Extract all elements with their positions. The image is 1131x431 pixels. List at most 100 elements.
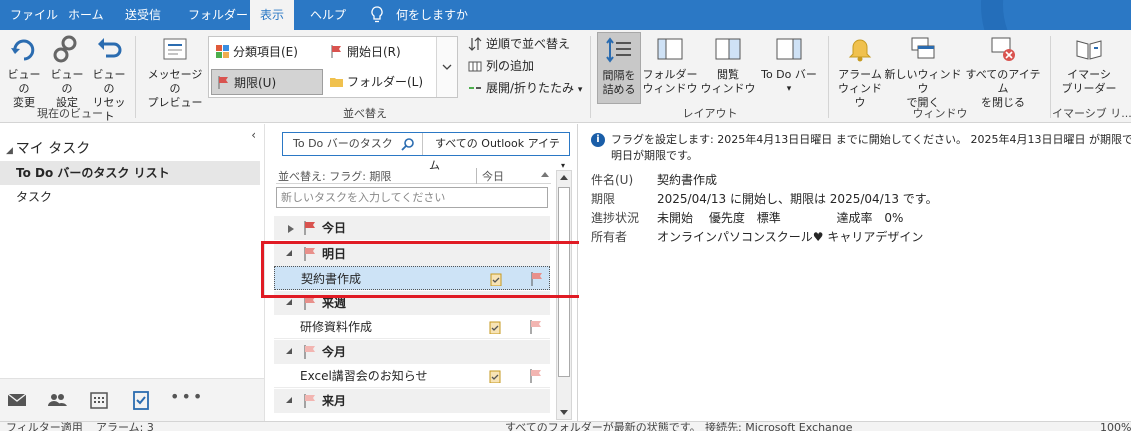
- scroll-up-icon[interactable]: [560, 175, 568, 180]
- message-preview-button[interactable]: メッセージの プレビュー: [144, 34, 206, 110]
- task-row[interactable]: Excel講習会のお知らせ: [274, 364, 550, 388]
- highlight-box: [261, 241, 587, 298]
- collapse-pane-button[interactable]: ‹: [251, 128, 256, 142]
- reverse-sort-button[interactable]: 逆順で並べ替え: [466, 34, 570, 54]
- search-icon[interactable]: [401, 137, 415, 151]
- subject-label: 件名(U): [591, 173, 634, 187]
- collapse-icon: [286, 348, 292, 354]
- module-switcher: •••: [0, 378, 265, 421]
- status-updated: すべてのフォルダーが最新の状態です。: [505, 421, 701, 431]
- tab-view[interactable]: 表示: [250, 0, 295, 30]
- group-header-next-month[interactable]: 来月: [274, 389, 550, 413]
- triangle-icon: ◢: [6, 146, 16, 156]
- new-task-input[interactable]: 新しいタスクを入力してください: [276, 187, 548, 208]
- reading-pane-button[interactable]: 閲覧 ウィンドウ: [700, 34, 756, 96]
- flag-icon[interactable]: [530, 369, 542, 383]
- reverse-sort-label: 逆順で並べ替え: [486, 37, 571, 51]
- status-filter: フィルター適用: [6, 421, 83, 431]
- status-value: 未開始: [657, 211, 694, 225]
- view-settings-button[interactable]: ビューの 設定: [46, 34, 88, 110]
- arrange-start-date[interactable]: 開始日(R): [325, 39, 435, 65]
- mail-icon[interactable]: [6, 389, 28, 411]
- chevron-down-icon: ▾: [577, 85, 583, 95]
- task-subject: 研修資料作成: [300, 320, 373, 334]
- arrange-folder[interactable]: フォルダー(L): [325, 69, 435, 95]
- calendar-icon[interactable]: [88, 389, 110, 411]
- open-new-window-button[interactable]: 新しいウィンドウ で開く: [884, 34, 962, 110]
- arrange-categories[interactable]: 分類項目(E): [211, 39, 323, 65]
- nav-item-todo-list[interactable]: To Do バーのタスク リスト: [0, 161, 260, 185]
- reminders-window-button[interactable]: アラーム ウィンドウ: [836, 34, 884, 110]
- ribbon: ビューの 変更 ビューの 設定 ビューの リセット 現在のビュー メッセージの …: [0, 30, 1131, 123]
- folder-pane-button[interactable]: フォルダー ウィンドウ: [642, 34, 698, 96]
- flag-icon: [331, 45, 341, 58]
- arrange-categories-label: 分類項目(E): [233, 45, 298, 59]
- compact-spacing-icon: [606, 37, 631, 63]
- search-scope-dropdown[interactable]: すべての Outlook アイテム ▾: [429, 133, 569, 172]
- close-all-items-button[interactable]: すべてのアイテム を閉じる: [962, 34, 1044, 110]
- arrange-folder-label: フォルダー(L): [347, 75, 424, 89]
- tasks-icon[interactable]: [130, 389, 152, 411]
- owner-field: 所有者 オンラインパソコンスクール♥ キャリアデザイン: [591, 228, 923, 246]
- status-zoom[interactable]: 100%: [1100, 422, 1131, 431]
- reminders-window-label: アラーム ウィンドウ: [838, 68, 882, 109]
- todo-bar-button[interactable]: To Do バー ▾: [758, 34, 820, 96]
- flag-icon: [304, 221, 315, 235]
- gear-icon: [53, 35, 77, 63]
- subject-field: 件名(U) 契約書作成: [591, 171, 717, 189]
- tab-help[interactable]: ヘルプ: [300, 0, 356, 30]
- expand-collapse-icon: [469, 87, 481, 89]
- complete-label: 達成率: [836, 211, 873, 225]
- my-tasks-label: マイ タスク: [15, 141, 91, 157]
- flag-icon: [218, 76, 228, 89]
- new-window-icon: [911, 37, 935, 59]
- flag-icon[interactable]: [530, 320, 542, 334]
- add-columns-button[interactable]: 列の追加: [466, 56, 534, 76]
- group-label-arrangement: 並べ替え: [343, 107, 387, 120]
- message-preview-icon: [163, 38, 187, 60]
- due-label: 期限: [591, 192, 616, 206]
- status-field: 進捗状況 未開始 優先度 標準 達成率 0%: [591, 209, 903, 227]
- arrangement-gallery: 分類項目(E) 開始日(R) 期限(U) フォルダー(L): [208, 36, 458, 98]
- info-text-line1: フラグを設定します: 2025年4月13日日曜日 までに開始してください。 20…: [611, 133, 1131, 146]
- ribbon-tab-bar: ファイル ホーム 送受信 フォルダー 表示 ヘルプ 何をしますか: [0, 0, 1131, 30]
- expand-collapse-button[interactable]: 展開/折りたたみ ▾: [466, 78, 582, 100]
- chevron-down-icon: ▾: [786, 84, 792, 94]
- complete-value: 0%: [884, 211, 904, 225]
- immersive-reader-button[interactable]: イマーシ ブリーダー: [1058, 34, 1120, 96]
- flag-icon: [304, 394, 315, 408]
- arrangement-gallery-more[interactable]: [436, 37, 457, 97]
- more-apps-icon[interactable]: •••: [170, 387, 204, 406]
- compact-spacing-button[interactable]: 間隔を 詰める: [597, 32, 641, 104]
- tell-me-search[interactable]: 何をしますか: [386, 0, 478, 30]
- view-change-button[interactable]: ビューの 変更: [4, 34, 44, 110]
- compact-spacing-label: 間隔を 詰める: [602, 69, 636, 96]
- group-header-today[interactable]: 今日: [274, 216, 550, 240]
- status-alarms[interactable]: アラーム: 3: [96, 422, 154, 431]
- scroll-down-icon[interactable]: [560, 410, 568, 415]
- status-connection: 接続先: Microsoft Exchange: [705, 421, 853, 431]
- owner-value: オンラインパソコンスクール♥ キャリアデザイン: [657, 230, 924, 244]
- group-label: 来月: [322, 394, 347, 408]
- folder-pane: ‹ ◢ マイ タスク To Do バーのタスク リスト タスク: [0, 124, 265, 421]
- arrange-start-date-label: 開始日(R): [347, 45, 401, 59]
- sort-header[interactable]: 並べ替え: フラグ: 期限 今日: [276, 168, 551, 184]
- group-label: 今日: [322, 221, 347, 235]
- people-icon[interactable]: [46, 389, 68, 411]
- tab-home[interactable]: ホーム: [58, 0, 114, 30]
- arrange-due-date[interactable]: 期限(U): [211, 69, 323, 95]
- my-tasks-header[interactable]: ◢ マイ タスク: [6, 138, 90, 158]
- collapse-icon: [286, 299, 292, 305]
- tab-send-receive[interactable]: 送受信: [115, 0, 171, 30]
- folder-icon: [330, 78, 343, 87]
- tab-folder[interactable]: フォルダー: [178, 0, 258, 30]
- nav-item-tasks[interactable]: タスク: [0, 185, 260, 209]
- add-columns-icon: [468, 61, 482, 72]
- group-header-this-month[interactable]: 今月: [274, 340, 550, 364]
- reading-pane: i フラグを設定します: 2025年4月13日日曜日 までに開始してください。 …: [579, 124, 1131, 421]
- info-text-line2: 明日が期限です。: [611, 149, 698, 162]
- folder-pane-icon: [657, 38, 683, 60]
- flag-icon: [304, 345, 315, 359]
- chevron-down-icon: [442, 64, 452, 70]
- task-row[interactable]: 研修資料作成: [274, 315, 550, 339]
